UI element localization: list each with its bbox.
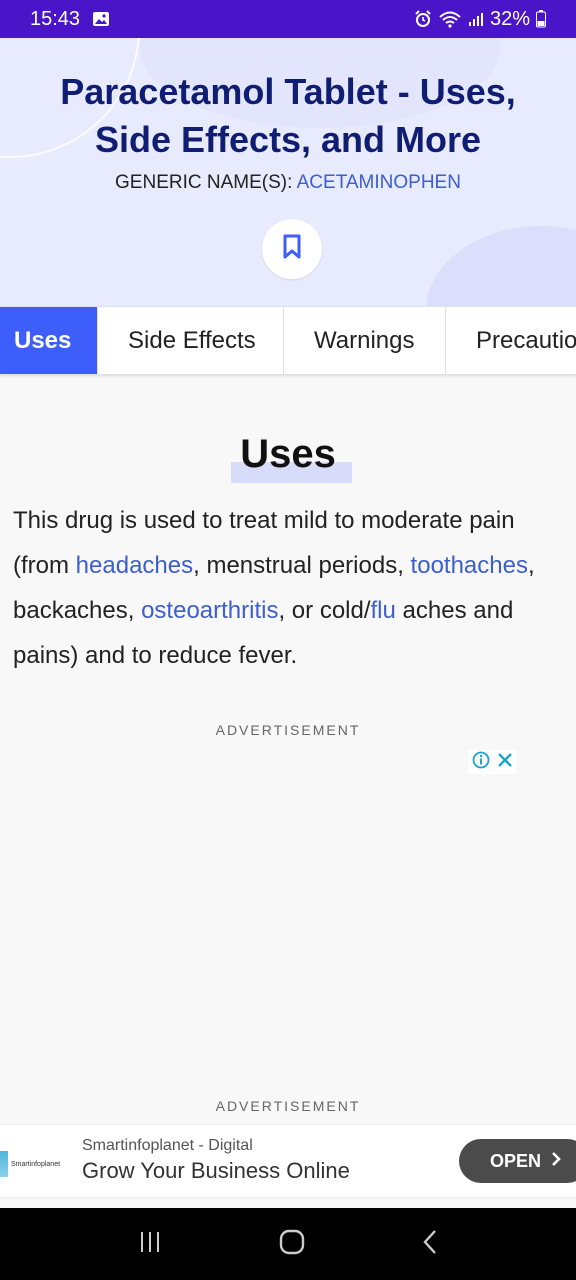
text-segment: , or cold/ [278, 597, 371, 624]
logo-text: Smartinfoplanet [11, 1160, 61, 1168]
bookmark-button[interactable] [262, 219, 322, 279]
advertiser-name: Smartinfoplanet - Digital [82, 1137, 253, 1154]
link-headaches[interactable]: headaches [76, 552, 193, 579]
link-flu[interactable]: flu [371, 597, 396, 624]
bookmark-icon [281, 234, 303, 265]
home-icon[interactable] [279, 1229, 305, 1260]
generic-name-link[interactable]: ACETAMINOPHEN [297, 172, 461, 193]
back-icon[interactable] [422, 1229, 438, 1260]
tab-uses[interactable]: Uses [0, 307, 98, 374]
signal-icon [468, 11, 484, 27]
tab-precautions[interactable]: Precautions [446, 307, 576, 374]
generic-name: GENERIC NAME(S): ACETAMINOPHEN [0, 172, 576, 194]
advertisement-label-2: ADVERTISEMENT [215, 1098, 361, 1114]
section-tabs: Uses Side Effects Warnings Precautions [0, 306, 576, 374]
section-heading: Uses [0, 432, 576, 483]
open-button-label: OPEN [490, 1150, 542, 1171]
battery-percent: 32% [489, 7, 530, 30]
link-toothaches[interactable]: toothaches [411, 552, 528, 579]
recent-apps-icon[interactable] [138, 1230, 162, 1259]
page-header: Paracetamol Tablet - Uses, Side Effects,… [0, 38, 576, 306]
status-time: 15:43 [30, 7, 81, 30]
ad-info-icon[interactable] [472, 751, 490, 774]
advertisement-label: ADVERTISEMENT [215, 722, 361, 738]
tab-side-effects[interactable]: Side Effects [98, 307, 284, 374]
page-title: Paracetamol Tablet - Uses, Side Effects,… [60, 71, 516, 160]
ad-close-icon[interactable] [497, 752, 513, 773]
ad-headline: Grow Your Business Online [82, 1158, 350, 1183]
uses-paragraph: This drug is used to treat mild to moder… [13, 498, 563, 678]
alarm-icon [414, 10, 432, 28]
battery-icon [536, 10, 546, 28]
advertiser-logo: Smartinfoplanet [0, 1151, 72, 1177]
generic-name-label: GENERIC NAME(S): [115, 172, 293, 193]
link-osteoarthritis[interactable]: osteoarthritis [141, 597, 278, 624]
image-icon [92, 11, 110, 27]
ad-choices [468, 750, 516, 774]
system-nav-bar [0, 1208, 576, 1280]
text-segment: , menstrual periods, [193, 552, 411, 579]
status-bar: 15:43 32% [0, 0, 576, 38]
wifi-icon [438, 10, 462, 28]
tab-warnings[interactable]: Warnings [284, 307, 446, 374]
banner-ad[interactable]: Smartinfoplanet Smartinfoplanet - Digita… [0, 1124, 576, 1198]
open-button[interactable]: OPEN [459, 1139, 576, 1183]
chevron-right-icon [551, 1151, 561, 1172]
section-heading-text: Uses [240, 432, 336, 476]
